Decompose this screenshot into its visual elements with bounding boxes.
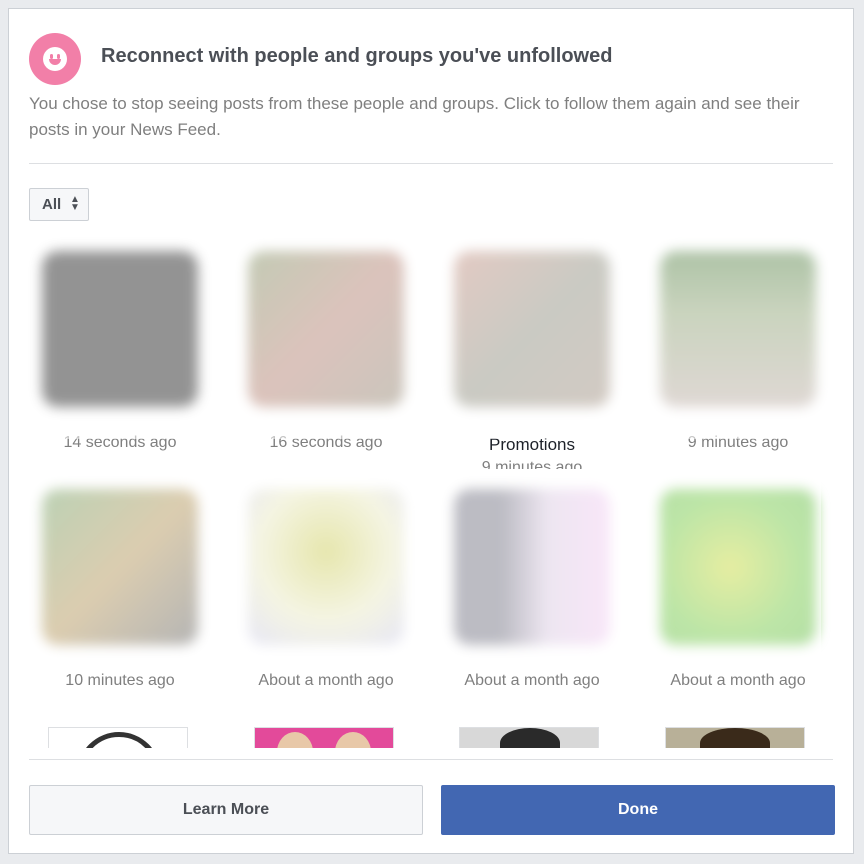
sort-arrows-icon: ▲ ▼ [70,194,80,213]
done-button[interactable]: Done [441,785,835,835]
unfollowed-time: About a month ago [258,672,394,689]
filter-select[interactable]: All ▲ ▼ [29,188,89,221]
profile-thumbnail-peek[interactable] [459,727,599,748]
dialog-description: You chose to stop seeing posts from thes… [29,94,800,139]
dialog-header: Reconnect with people and groups you've … [29,23,833,85]
profile-thumbnail-peek[interactable] [254,727,394,748]
unfollowed-time: 10 minutes ago [65,672,175,689]
dialog-title: Reconnect with people and groups you've … [101,45,613,67]
unfollowed-time: About a month ago [670,672,806,689]
unfollowed-dialog: Reconnect with people and groups you've … [8,8,854,854]
learn-more-button[interactable]: Learn More [29,785,423,835]
smiley-face-icon [29,33,81,85]
footer-divider [29,759,833,760]
unfollowed-time: 9 minutes ago [481,459,583,469]
filter-label: All [42,196,62,213]
blur-overlay [25,469,821,667]
profile-thumbnail-peek[interactable] [48,727,188,748]
profile-thumbnail-peek[interactable] [665,727,805,748]
blur-overlay [17,231,853,439]
unfollowed-time: About a month ago [464,672,600,689]
header-divider [29,163,833,164]
